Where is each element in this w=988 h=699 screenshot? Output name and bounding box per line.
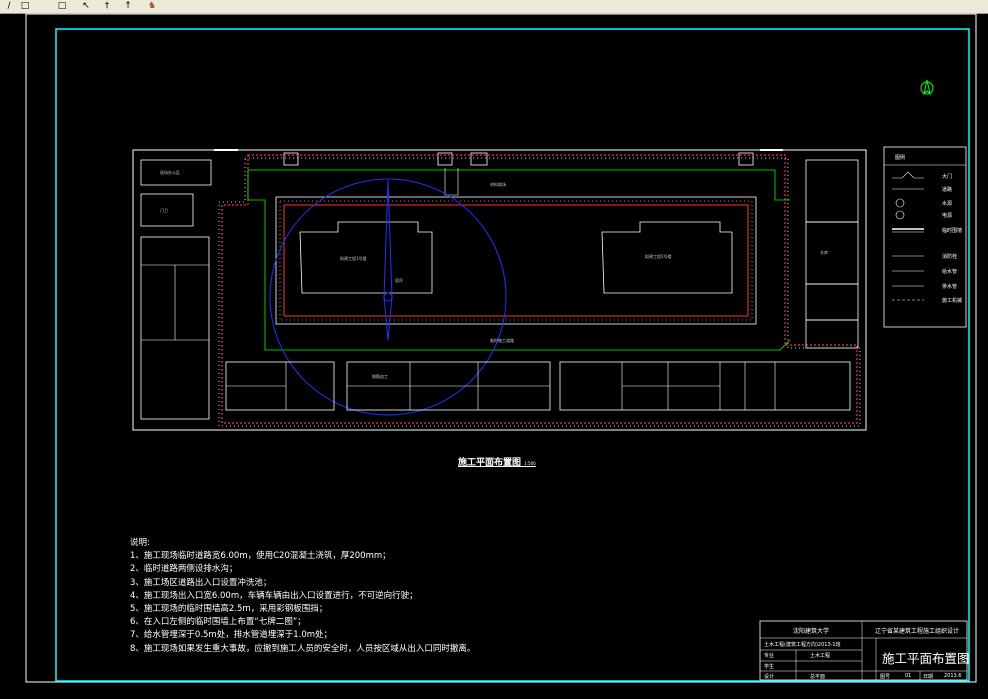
tb-plan-label: 总平面 — [810, 674, 826, 680]
legend-item: 电源 — [942, 213, 953, 219]
legend-title: 图例 — [895, 155, 906, 161]
tb-date-label: 日期 — [923, 674, 934, 680]
label-site-office: 现场办公区 — [160, 170, 180, 175]
tb-sub-row: 土木工程(建筑工程方向)2013-1班 — [764, 642, 841, 648]
right-office-2 — [805, 221, 859, 285]
plan-title: 施工平面布置图 1:500 — [458, 455, 536, 468]
line-tool-button[interactable]: / — [2, 0, 16, 12]
label-material-a: 材料堆场 — [490, 182, 506, 187]
tb-school: 沈阳建筑大学 — [793, 628, 830, 635]
note-line: 8、施工现场如果发生重大事故，应撤到施工人员的安全时，人员按区域从出入口同时撤离… — [130, 643, 476, 654]
cad-toolbar: / □ □ ↖ † ↑ ♞ — [0, 0, 988, 14]
tb-design-label: 设计 — [764, 674, 775, 680]
label-guard: 门卫 — [160, 208, 168, 213]
tb-date: 2013.6 — [944, 673, 962, 679]
note-line: 1、施工现场临时道路宽6.00m，使用C20混凝土浇筑，厚200mm； — [130, 551, 391, 562]
legend-item: 消防栓 — [942, 254, 958, 260]
plan-scale: 1:500 — [524, 461, 536, 466]
label-building-2: 拟建工程2号楼 — [645, 254, 672, 259]
legend-item: 给水管 — [942, 269, 958, 275]
label-warehouse: 仓库 — [820, 250, 828, 255]
north-arrow-icon — [920, 79, 934, 96]
note-line: 5、施工现场的临时围墙高2.5m，采用彩钢板围挡； — [130, 604, 328, 615]
notes-block: 说明: 1、施工现场临时道路宽6.00m，使用C20混凝土浇筑，厚200mm； … — [130, 537, 475, 656]
cross-tool-button[interactable]: † — [100, 0, 114, 12]
legend-item: 大门 — [942, 174, 953, 180]
palette-tool-button[interactable]: ♞ — [145, 0, 159, 12]
right-office-4 — [805, 319, 859, 349]
right-office-1 — [805, 159, 859, 223]
window-tool-button[interactable]: □ — [55, 0, 69, 12]
label-crane: 塔吊 — [395, 278, 403, 283]
tower-crane-radius — [269, 178, 507, 416]
plan-title-text: 施工平面布置图 — [458, 458, 522, 468]
rectangle-tool-button[interactable]: □ — [18, 0, 32, 12]
note-line: 7、给水管埋深于0.5m处，排水管道埋深于1.0m处； — [130, 630, 333, 641]
notes-title: 说明: — [130, 538, 150, 548]
note-line: 2、临时道路两侧设排水沟； — [130, 564, 238, 575]
label-road: 临时施工道路 — [490, 338, 514, 343]
right-office-3 — [805, 283, 859, 321]
tb-drawing-name: 施工平面布置图 — [882, 651, 970, 666]
select-tool-button[interactable]: ↖ — [79, 0, 93, 12]
tb-project: 辽宁省某建筑工程施工组织设计 — [875, 628, 960, 635]
legend-item: 水源 — [942, 201, 953, 207]
note-line: 4、施工现场出入口宽6.00m，车辆车辆由出入口设置进行，不可逆向行驶； — [130, 590, 418, 601]
tb-student-label: 学生 — [764, 664, 775, 670]
legend-item: 排水管 — [942, 284, 958, 290]
label-building-1: 拟建工程1号楼 — [340, 256, 367, 261]
legend-item: 施工机械 — [942, 298, 963, 304]
label-material-b: 钢筋加工 — [372, 374, 388, 379]
tb-major: 土木工程 — [810, 653, 831, 659]
up-tool-button[interactable]: ↑ — [121, 0, 135, 12]
guard-house-1 — [283, 152, 299, 166]
tb-drawing-no-label: 图号 — [880, 674, 891, 680]
legend-item: 道路 — [942, 187, 953, 193]
note-line: 6、在入口左侧的临时围墙上布置“七牌二图”； — [130, 617, 306, 628]
legend-item: 临时围墙 — [942, 228, 963, 234]
temporary-fence — [221, 154, 858, 424]
tb-major-label: 专业 — [764, 653, 775, 659]
tb-drawing-no: 01 — [905, 673, 912, 679]
note-line: 3、施工场区道路出入口设置冲洗池； — [130, 577, 272, 588]
